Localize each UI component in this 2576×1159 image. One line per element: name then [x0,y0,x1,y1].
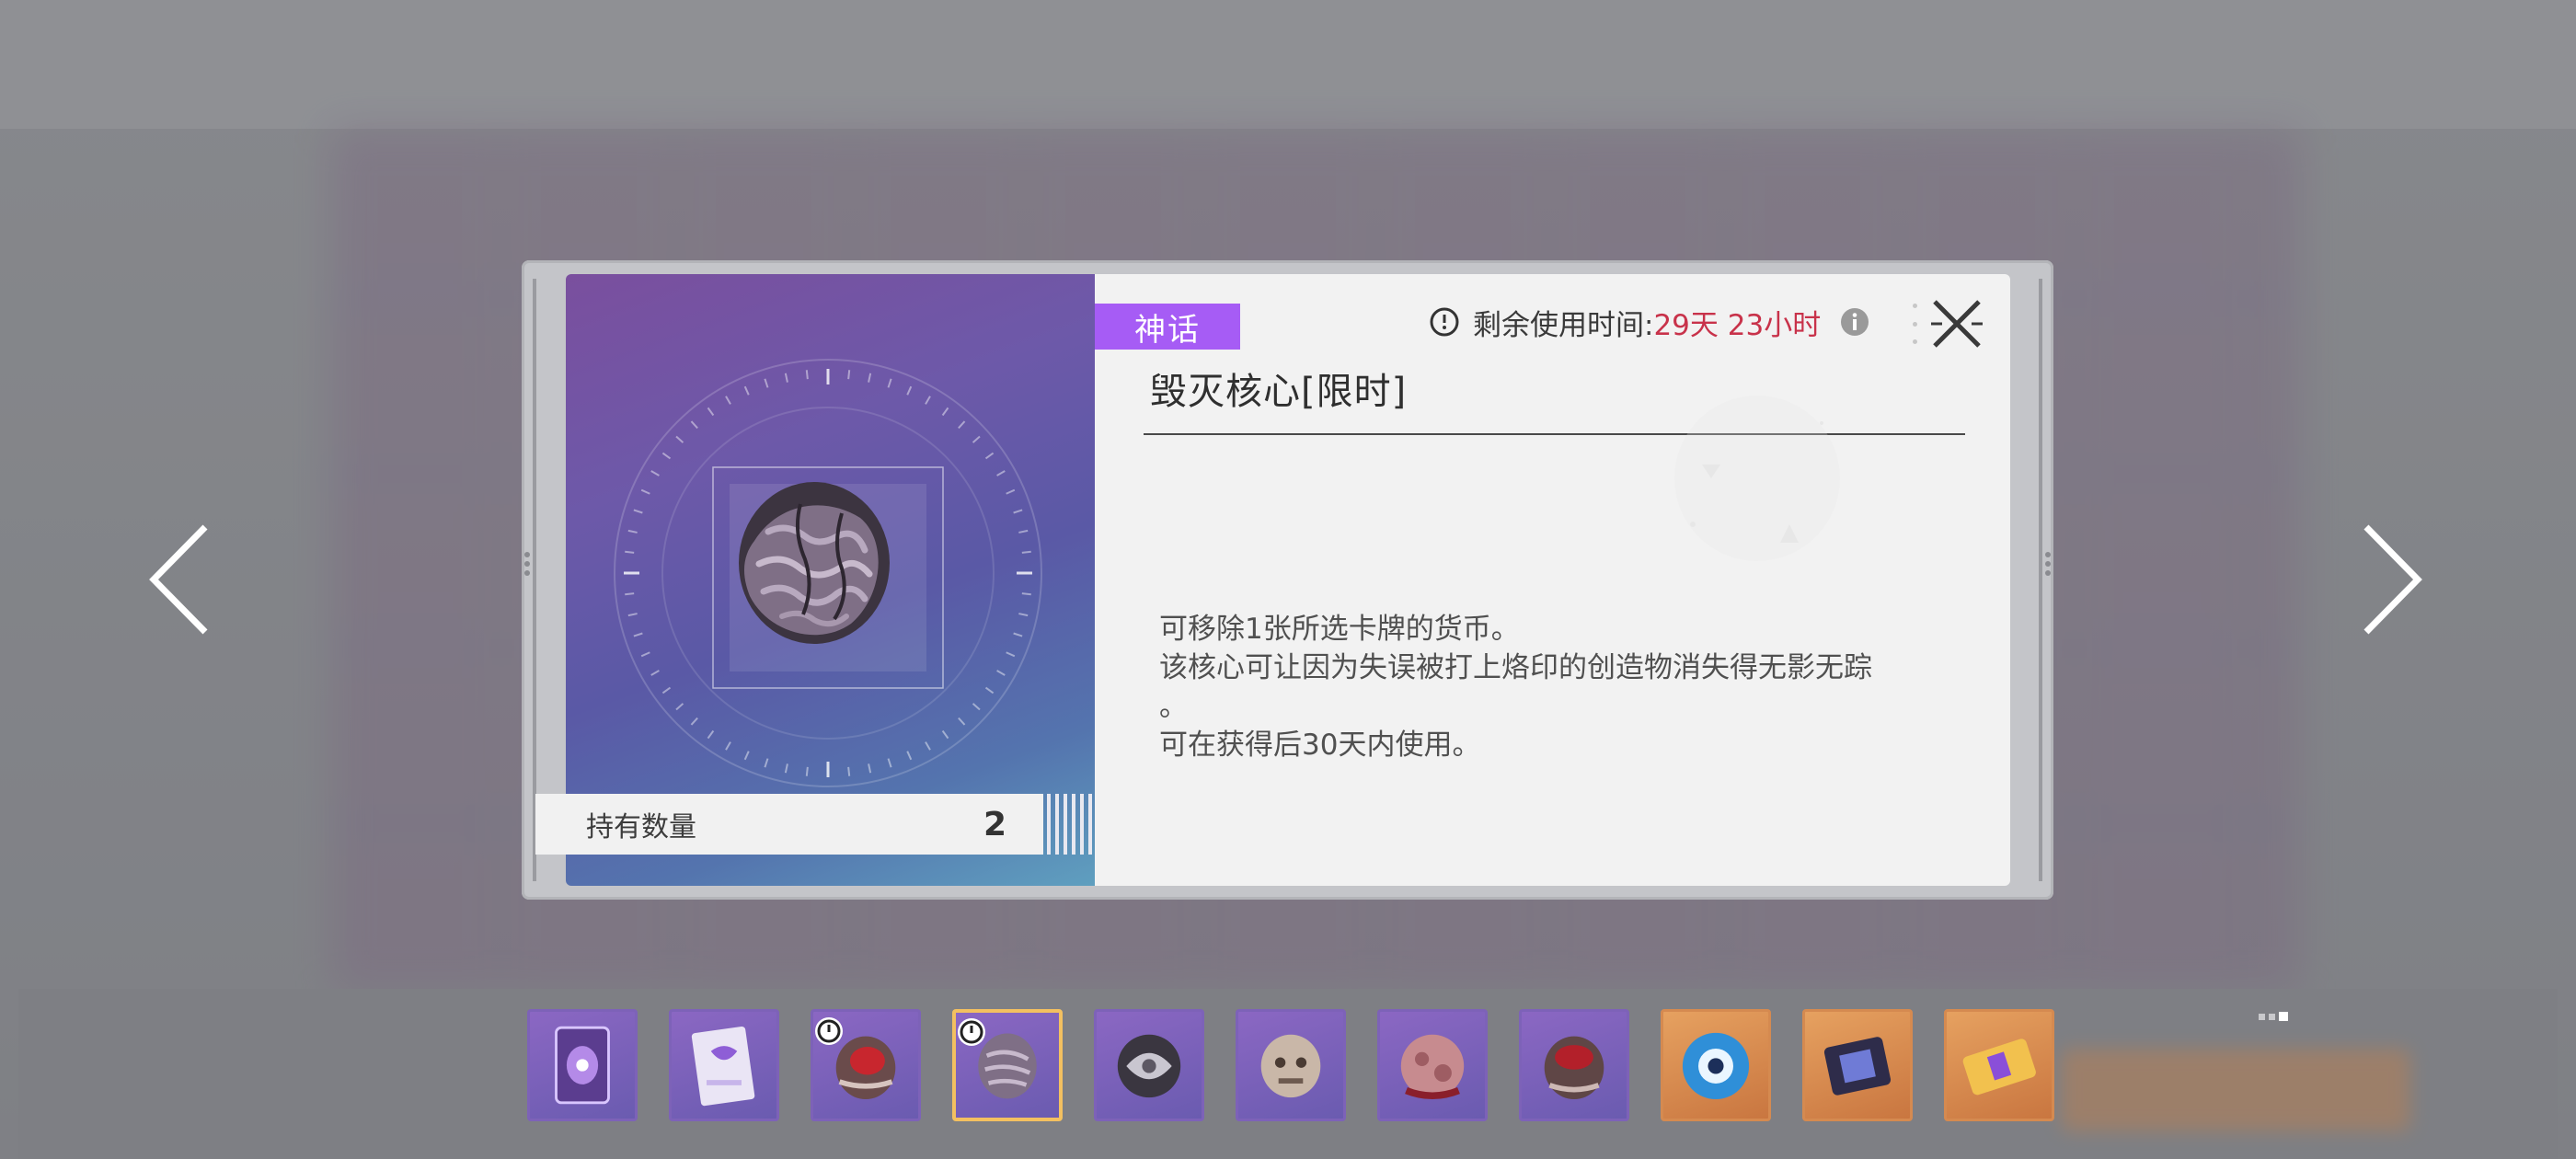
item-slot-blue-eye-item[interactable] [1661,1009,1771,1121]
frame-rail-left [533,279,536,881]
remaining-time-label: 剩余使用时间: [1473,308,1654,342]
chevron-right-icon [2363,524,2422,635]
description-line: 该核心可让因为失误被打上烙印的创造物消失得无影无踪 [1159,651,1872,684]
description-line: 可移除1张所选卡牌的货币。 [1159,613,1520,646]
chip-item-icon [1823,1037,1892,1096]
rarity-badge: 神话 [1095,304,1240,350]
ticket-item-icon [1962,1039,2036,1096]
blue-eye-item-icon [1682,1032,1750,1100]
emblem-watermark-icon [1674,396,1840,561]
info-icon[interactable] [1839,306,1870,338]
holding-count-label: 持有数量 [586,811,696,843]
item-slot-red-core-item[interactable] [811,1009,921,1121]
remaining-time: 剩余使用时间:29天 23小时 [1429,299,1870,345]
page-indicator [2259,1012,2288,1021]
frame-handle-left [524,552,530,576]
close-x-icon [1931,300,1983,348]
item-slot-red-core-item-2[interactable] [1519,1009,1629,1121]
timed-clock-icon [815,1017,843,1045]
clock-icon [1430,307,1459,337]
description-line: 。 [1159,690,1188,723]
holding-count-bar: 持有数量 2 [535,794,1043,855]
description-line: 可在获得后30天内使用。 [1159,729,1481,762]
item-slot-destruction-core-item[interactable] [952,1009,1063,1121]
card-pack-item-icon [691,1026,755,1107]
red-core-item-2-icon [1544,1036,1604,1100]
next-item-button[interactable] [2351,515,2433,644]
timed-clock-icon [958,1018,985,1046]
card-back-item-icon [555,1026,610,1105]
destruction-core-icon [739,482,890,644]
separator-dots [1911,304,1918,344]
prev-item-button[interactable] [138,515,221,644]
item-slot-stone-head-item[interactable] [1236,1009,1346,1121]
item-slot-silver-orb-item[interactable] [1094,1009,1204,1121]
item-slot-card-pack-item[interactable] [669,1009,779,1121]
item-name: 毁灭核心[限时] [1150,371,1408,413]
silver-orb-item-icon [1117,1034,1181,1098]
flesh-orb-item-icon [1400,1034,1465,1100]
holding-count-value: 2 [983,805,1006,843]
item-slot-flesh-orb-item[interactable] [1377,1009,1488,1121]
item-description: 可移除1张所选卡牌的货币。 该核心可让因为失误被打上烙印的创造物消失得无影无踪 … [1159,610,1950,764]
remaining-time-value: 29天 23小时 [1653,308,1822,342]
item-slot-ticket-item[interactable] [1944,1009,2054,1121]
frame-handle-right [2045,552,2051,576]
stone-head-item-icon [1260,1034,1321,1098]
chevron-left-icon [149,524,208,635]
item-slot-chip-item[interactable] [1802,1009,1913,1121]
item-slot-card-back-item[interactable] [527,1009,638,1121]
barcode-decoration [1047,794,1093,855]
close-button[interactable] [1927,294,1986,353]
